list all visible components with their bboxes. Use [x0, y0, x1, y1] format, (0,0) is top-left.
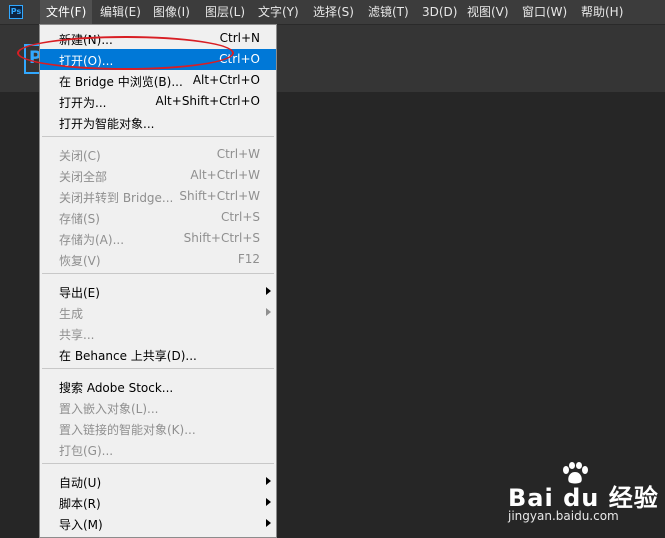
menu-item-automate[interactable]: 自动(U)	[40, 471, 276, 492]
menu-item-shortcut: Shift+Ctrl+W	[179, 189, 260, 203]
menu-item-label: 搜索 Adobe Stock...	[59, 381, 174, 395]
menu-item-label: 置入嵌入对象(L)...	[59, 402, 159, 416]
menu-item-label: 关闭(C)	[59, 149, 101, 163]
menu-separator	[42, 136, 274, 137]
file-menu-dropdown: 新建(N)... Ctrl+N 打开(O)... Ctrl+O 在 Bridge…	[39, 24, 277, 538]
menu-item-shortcut: Alt+Ctrl+W	[190, 168, 260, 182]
menu-item-search-stock[interactable]: 搜索 Adobe Stock...	[40, 376, 276, 397]
submenu-arrow-icon	[266, 519, 271, 527]
menu-item-shortcut: Alt+Shift+Ctrl+O	[155, 94, 260, 108]
menu-item-place-linked: 置入链接的智能对象(K)...	[40, 418, 276, 439]
menu-item-shortcut: Ctrl+O	[219, 52, 260, 66]
menu-item-shortcut: Alt+Ctrl+O	[192, 73, 260, 87]
submenu-arrow-icon	[266, 287, 271, 295]
menu-item-label: 打开为...	[59, 96, 107, 110]
menu-item-save: 存储(S) Ctrl+S	[40, 207, 276, 228]
menu-edit[interactable]: 编辑(E)	[100, 0, 141, 24]
menu-window[interactable]: 窗口(W)	[522, 0, 567, 24]
menu-item-label: 关闭并转到 Bridge...	[59, 191, 174, 205]
menu-item-share-behance[interactable]: 在 Behance 上共享(D)...	[40, 344, 276, 365]
menu-item-close-go-bridge: 关闭并转到 Bridge... Shift+Ctrl+W	[40, 186, 276, 207]
watermark-brand: Bai du 经验	[508, 484, 659, 512]
menu-item-label: 生成	[59, 307, 84, 321]
menu-item-close: 关闭(C) Ctrl+W	[40, 144, 276, 165]
menu-item-open[interactable]: 打开(O)... Ctrl+O	[40, 49, 276, 70]
menu-item-open-smart-object[interactable]: 打开为智能对象...	[40, 112, 276, 133]
menu-filter[interactable]: 滤镜(T)	[368, 0, 409, 24]
baidu-watermark: Bai du 经验 jingyan.baidu.com	[508, 462, 658, 532]
menu-item-label: 脚本(R)	[59, 497, 101, 511]
menu-item-export[interactable]: 导出(E)	[40, 281, 276, 302]
menu-item-close-all: 关闭全部 Alt+Ctrl+W	[40, 165, 276, 186]
menu-item-label: 打开(O)...	[59, 54, 114, 68]
menu-item-label: 新建(N)...	[59, 33, 113, 47]
menu-item-label: 打开为智能对象...	[59, 117, 155, 131]
menu-bar: Ps 文件(F) 编辑(E) 图像(I) 图层(L) 文字(Y) 选择(S) 滤…	[0, 0, 665, 25]
menu-item-save-as: 存储为(A)... Shift+Ctrl+S	[40, 228, 276, 249]
menu-layer[interactable]: 图层(L)	[205, 0, 245, 24]
menu-item-label: 恢复(V)	[59, 254, 101, 268]
watermark-url: jingyan.baidu.com	[508, 509, 619, 523]
menu-item-label: 打包(G)...	[59, 444, 114, 458]
menu-3d[interactable]: 3D(D)	[422, 0, 457, 24]
menu-item-label: 在 Bridge 中浏览(B)...	[59, 75, 183, 89]
photoshop-logo-icon: Ps	[9, 5, 23, 19]
menu-item-scripts[interactable]: 脚本(R)	[40, 492, 276, 513]
menu-item-share: 共享...	[40, 323, 276, 344]
menu-item-label: 共享...	[59, 328, 95, 342]
menu-type[interactable]: 文字(Y)	[258, 0, 299, 24]
menu-image[interactable]: 图像(I)	[153, 0, 190, 24]
menu-item-generate: 生成	[40, 302, 276, 323]
menu-separator	[42, 368, 274, 369]
menu-item-open-as[interactable]: 打开为... Alt+Shift+Ctrl+O	[40, 91, 276, 112]
menu-help[interactable]: 帮助(H)	[581, 0, 623, 24]
menu-item-label: 存储(S)	[59, 212, 100, 226]
menu-item-package: 打包(G)...	[40, 439, 276, 460]
menu-separator	[42, 273, 274, 274]
menu-item-label: 关闭全部	[59, 170, 108, 184]
menu-view[interactable]: 视图(V)	[467, 0, 509, 24]
menu-item-browse-bridge[interactable]: 在 Bridge 中浏览(B)... Alt+Ctrl+O	[40, 70, 276, 91]
menu-item-shortcut: Ctrl+S	[220, 210, 260, 224]
menu-item-import[interactable]: 导入(M)	[40, 513, 276, 534]
menu-item-new[interactable]: 新建(N)... Ctrl+N	[40, 28, 276, 49]
menu-select[interactable]: 选择(S)	[313, 0, 354, 24]
menu-item-label: 导出(E)	[59, 286, 100, 300]
menu-file[interactable]: 文件(F)	[40, 0, 93, 24]
menu-item-label: 在 Behance 上共享(D)...	[59, 349, 197, 363]
menu-item-place-embedded: 置入嵌入对象(L)...	[40, 397, 276, 418]
menu-item-label: 置入链接的智能对象(K)...	[59, 423, 196, 437]
menu-item-label: 导入(M)	[59, 518, 103, 532]
menu-separator	[42, 463, 274, 464]
submenu-arrow-icon	[266, 477, 271, 485]
menu-item-shortcut: Ctrl+W	[216, 147, 260, 161]
menu-item-shortcut: F12	[237, 252, 260, 266]
menu-item-label: 自动(U)	[59, 476, 102, 490]
submenu-arrow-icon	[266, 498, 271, 506]
menu-item-shortcut: Ctrl+N	[219, 31, 260, 45]
submenu-arrow-icon	[266, 308, 271, 316]
menu-item-revert: 恢复(V) F12	[40, 249, 276, 270]
menu-item-label: 存储为(A)...	[59, 233, 125, 247]
menu-item-shortcut: Shift+Ctrl+S	[183, 231, 260, 245]
